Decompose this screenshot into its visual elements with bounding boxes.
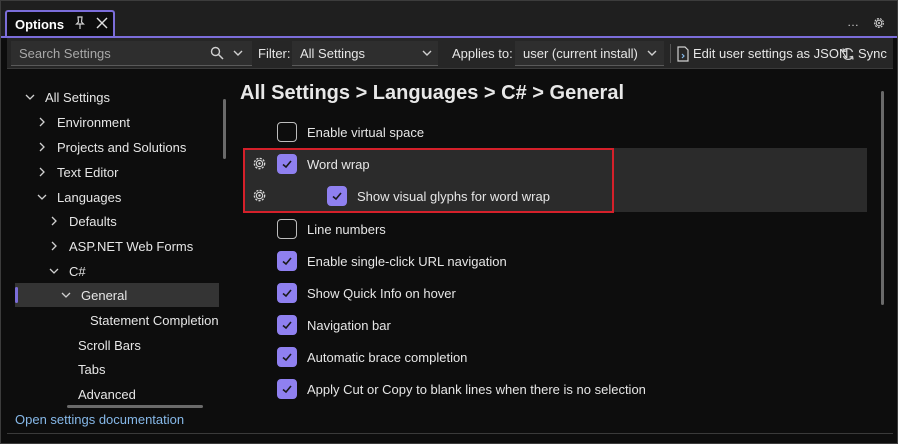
nav-item-label: Environment xyxy=(57,114,130,130)
setting-label: Enable single-click URL navigation xyxy=(307,253,507,269)
setting-single-click-url[interactable]: Enable single-click URL navigation xyxy=(277,249,507,273)
checkbox[interactable] xyxy=(277,347,297,367)
check-icon xyxy=(282,257,292,266)
checkbox[interactable] xyxy=(277,219,297,239)
tab-options[interactable]: Options xyxy=(5,10,115,37)
check-icon xyxy=(282,353,292,362)
checkbox[interactable] xyxy=(277,315,297,335)
nav-item-advanced[interactable]: Advanced xyxy=(78,382,136,406)
setting-label: Show Quick Info on hover xyxy=(307,285,456,301)
nav-item-general[interactable]: General xyxy=(61,283,127,307)
nav-item-scroll-bars[interactable]: Scroll Bars xyxy=(78,333,141,357)
applies-to-label: Applies to: xyxy=(452,46,513,61)
setting-label: Apply Cut or Copy to blank lines when th… xyxy=(307,381,646,397)
nav-item-label: Statement Completion xyxy=(90,312,219,328)
nav-item-label: C# xyxy=(69,263,86,279)
settings-tree: All Settings Environment Projects and So… xyxy=(7,69,229,409)
nav-item-all-settings[interactable]: All Settings xyxy=(25,85,110,109)
setting-navigation-bar[interactable]: Navigation bar xyxy=(277,313,391,337)
bottom-divider xyxy=(7,433,893,434)
checkbox[interactable] xyxy=(277,379,297,399)
nav-item-csharp[interactable]: C# xyxy=(49,259,86,283)
chevron-down-icon xyxy=(37,194,47,200)
nav-item-label: Tabs xyxy=(78,361,106,377)
search-input[interactable]: Search Settings xyxy=(11,41,252,66)
tab-bar: Options … xyxy=(1,1,897,37)
nav-item-environment[interactable]: Environment xyxy=(37,110,130,134)
nav-item-projects-solutions[interactable]: Projects and Solutions xyxy=(37,135,186,159)
edit-json-button[interactable]: Edit user settings as JSON xyxy=(676,41,848,66)
nav-item-label: Text Editor xyxy=(57,164,119,180)
chevron-right-icon xyxy=(51,216,57,226)
sync-button[interactable]: Sync xyxy=(841,41,887,66)
setting-brace-completion[interactable]: Automatic brace completion xyxy=(277,345,467,369)
nav-vertical-scrollbar[interactable] xyxy=(223,99,226,159)
nav-item-statement-completion[interactable]: Statement Completion xyxy=(90,308,219,332)
checkbox[interactable] xyxy=(277,283,297,303)
nav-item-tabs[interactable]: Tabs xyxy=(78,357,105,381)
chevron-down-icon xyxy=(422,50,432,56)
setting-line-numbers[interactable]: Line numbers xyxy=(277,217,386,241)
applies-to-value: user (current install) xyxy=(523,46,638,61)
main-vertical-scrollbar[interactable] xyxy=(881,91,884,305)
nav-item-label: Advanced xyxy=(78,386,136,402)
check-icon xyxy=(282,385,292,394)
setting-quick-info-hover[interactable]: Show Quick Info on hover xyxy=(277,281,456,305)
chevron-right-icon xyxy=(39,142,45,152)
nav-item-label: ASP.NET Web Forms xyxy=(69,238,194,254)
check-icon xyxy=(282,321,292,330)
checkbox[interactable] xyxy=(277,122,297,142)
nav-selection-indicator xyxy=(15,287,18,303)
close-icon[interactable] xyxy=(95,16,109,30)
setting-label: Line numbers xyxy=(307,221,386,237)
nav-item-label: Defaults xyxy=(69,213,117,229)
check-icon xyxy=(282,289,292,298)
setting-cut-copy-blank-lines[interactable]: Apply Cut or Copy to blank lines when th… xyxy=(277,377,646,401)
filter-label: Filter: xyxy=(258,46,291,61)
chevron-down-icon xyxy=(25,94,35,100)
sync-icon xyxy=(842,47,854,60)
highlight-box xyxy=(243,148,614,213)
json-file-icon xyxy=(677,45,689,62)
page-title-breadcrumb: All Settings > Languages > C# > General xyxy=(240,82,625,104)
chevron-right-icon xyxy=(39,167,45,177)
edit-json-label: Edit user settings as JSON xyxy=(693,46,849,61)
options-window: Options … Search Settings Filter: All Se… xyxy=(0,0,898,444)
nav-item-defaults[interactable]: Defaults xyxy=(49,209,117,233)
nav-item-label: Projects and Solutions xyxy=(57,139,187,155)
chevron-down-icon xyxy=(61,292,71,298)
tab-title: Options xyxy=(15,17,65,32)
nav-item-languages[interactable]: Languages xyxy=(37,185,121,209)
toolbar: Search Settings Filter: All Settings App… xyxy=(7,38,893,69)
nav-item-label: All Settings xyxy=(45,89,111,105)
applies-to-dropdown[interactable]: user (current install) xyxy=(515,41,664,66)
chevron-down-icon xyxy=(647,50,657,56)
nav-item-label: Languages xyxy=(57,189,122,205)
chevron-down-icon xyxy=(49,268,59,274)
setting-label: Automatic brace completion xyxy=(307,349,468,365)
filter-dropdown[interactable]: All Settings xyxy=(292,41,438,66)
nav-item-label: General xyxy=(81,287,128,303)
setting-label: Enable virtual space xyxy=(307,124,425,140)
search-icon[interactable] xyxy=(210,46,224,60)
chevron-right-icon xyxy=(39,117,45,127)
nav-item-aspnet-web-forms[interactable]: ASP.NET Web Forms xyxy=(49,234,193,258)
chevron-down-icon[interactable] xyxy=(233,48,243,58)
setting-label: Navigation bar xyxy=(307,317,391,333)
nav-horizontal-scrollbar[interactable] xyxy=(67,405,203,408)
settings-docs-link[interactable]: Open settings documentation xyxy=(15,412,184,427)
nav-item-label: Scroll Bars xyxy=(78,337,141,353)
checkbox[interactable] xyxy=(277,251,297,271)
filter-value: All Settings xyxy=(300,46,366,61)
sync-label: Sync xyxy=(858,46,887,61)
setting-enable-virtual-space[interactable]: Enable virtual space xyxy=(277,120,424,144)
pin-icon[interactable] xyxy=(73,16,87,30)
nav-item-text-editor[interactable]: Text Editor xyxy=(37,160,118,184)
more-icon[interactable]: … xyxy=(847,15,860,29)
gear-icon[interactable] xyxy=(872,16,886,30)
chevron-right-icon xyxy=(51,241,57,251)
toolbar-separator xyxy=(670,44,671,63)
search-placeholder: Search Settings xyxy=(19,46,111,61)
